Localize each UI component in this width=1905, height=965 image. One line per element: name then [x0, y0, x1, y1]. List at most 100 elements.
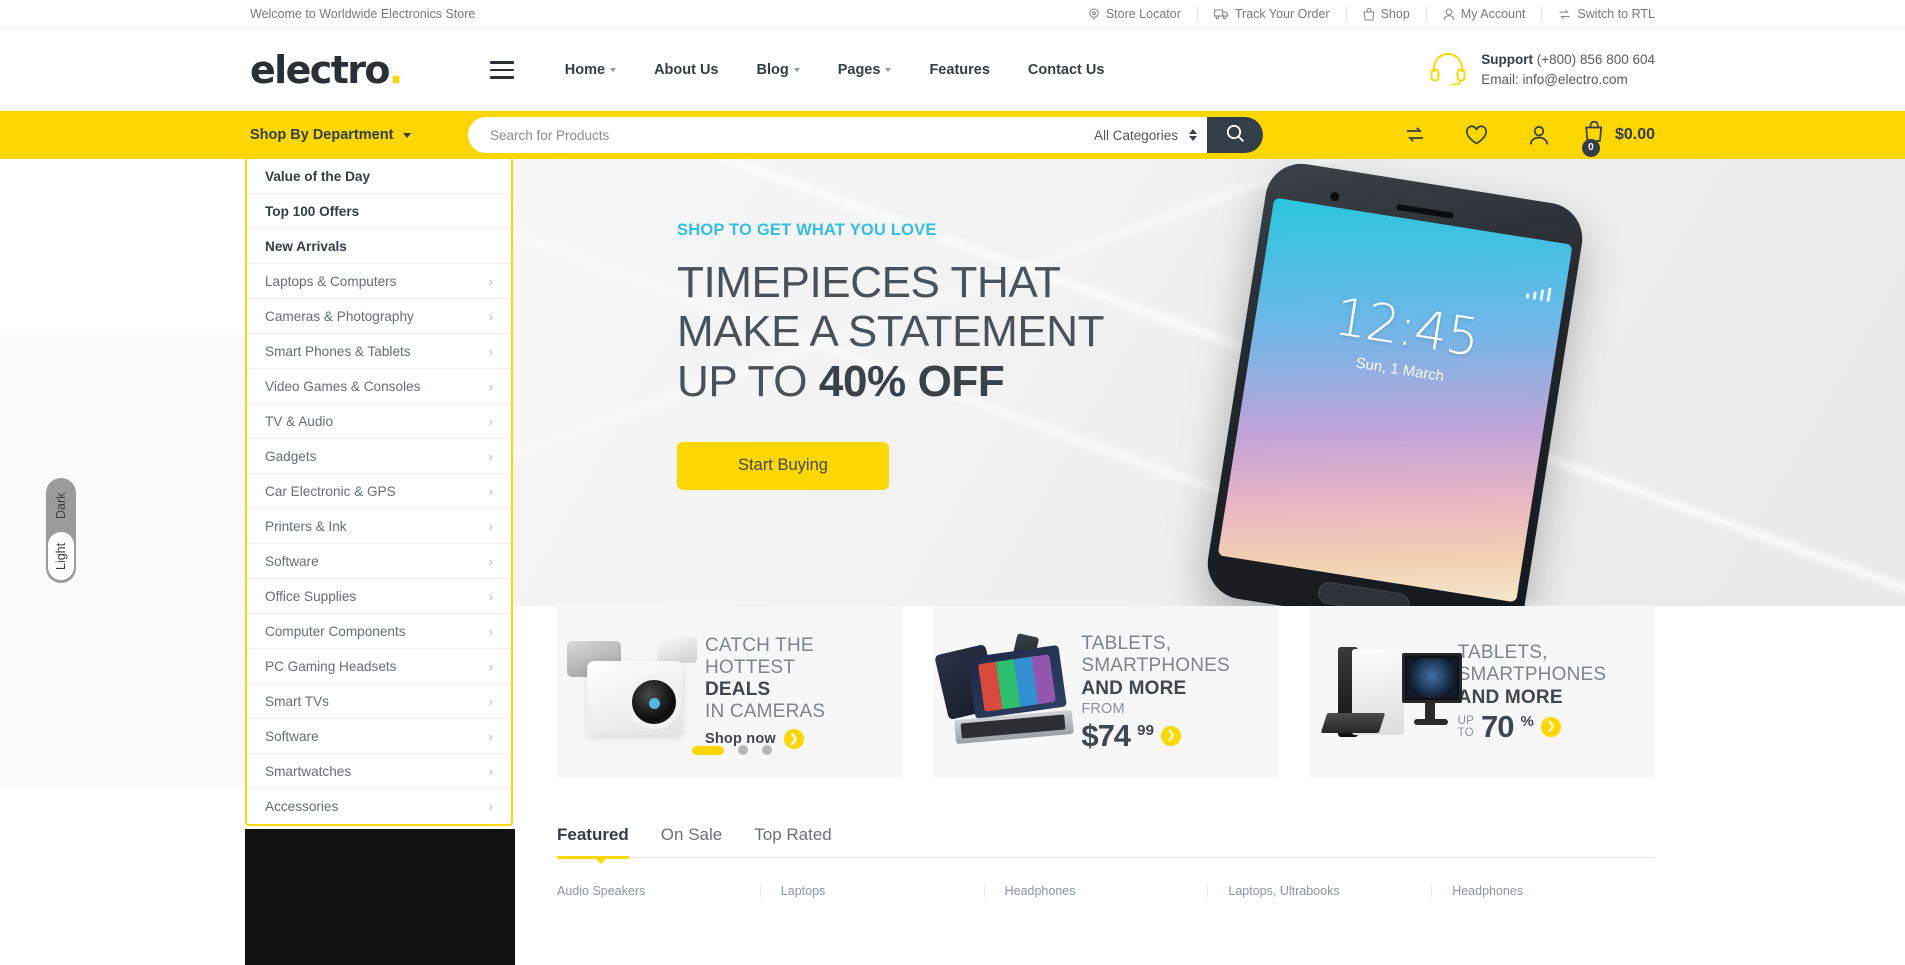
product-grid: Audio Speakers Laptops Headphones Laptop…	[557, 884, 1655, 898]
hamburger-menu-icon[interactable]	[489, 61, 514, 79]
support-email: Email: info@electro.com	[1481, 72, 1628, 87]
category-item-pc-gaming-headsets[interactable]: PC Gaming Headsets ›	[247, 649, 511, 684]
top-link-shop[interactable]: Shop	[1347, 6, 1427, 22]
nav-item-pages[interactable]: Pages	[819, 62, 911, 78]
department-category-panel: Value of the Day Top 100 Offers New Arri…	[245, 159, 513, 826]
cart-button[interactable]: 0 $0.00	[1570, 120, 1655, 157]
theme-light-label[interactable]: Light	[48, 532, 74, 580]
category-item-car-electronic-gps[interactable]: Car Electronic & GPS ›	[247, 474, 511, 509]
promo-upto-label: UP TO	[1457, 714, 1475, 739]
slider-dot-2[interactable]	[738, 745, 748, 755]
category-label: Accessories	[265, 799, 339, 814]
search-button[interactable]	[1207, 117, 1263, 153]
cart-total: $0.00	[1614, 126, 1655, 143]
top-link-switch-rtl[interactable]: Switch to RTL	[1542, 6, 1655, 22]
shopping-bag-icon	[1363, 7, 1375, 21]
support-phone: (+800) 856 800 604	[1536, 51, 1655, 67]
tab-top-rated[interactable]: Top Rated	[738, 825, 848, 857]
nav-item-features[interactable]: Features	[910, 62, 1008, 78]
category-item-smart-phones-tablets[interactable]: Smart Phones & Tablets ›	[247, 334, 511, 369]
promo-text: TABLETS, SMARTPHONES AND MORE UP TO 70 %…	[1458, 642, 1607, 742]
wishlist-heart-icon[interactable]	[1446, 124, 1508, 146]
product-card[interactable]: Laptops	[759, 884, 984, 898]
tab-on-sale[interactable]: On Sale	[645, 825, 738, 857]
shop-by-department-button[interactable]: Shop By Department	[250, 127, 455, 143]
top-link-my-account[interactable]: My Account	[1427, 6, 1543, 22]
compare-icon[interactable]	[1384, 125, 1446, 145]
lower-dark-panel	[245, 829, 515, 965]
chevron-right-icon: ›	[488, 728, 493, 744]
promo-line-2: HOTTEST	[705, 656, 796, 678]
category-label: Gadgets	[265, 448, 317, 464]
hero-title-line-3: UP TO 40% OFF	[677, 357, 1104, 406]
top-link-store-locator[interactable]: Store Locator	[1072, 6, 1198, 22]
promo-price-row: $74 99 ❯	[1081, 720, 1230, 751]
search-bar: Shop By Department All Categories	[0, 111, 1905, 159]
chevron-down-icon	[793, 68, 800, 72]
nav-item-about-us[interactable]: About Us	[635, 62, 737, 78]
promo-card-tablets-upto[interactable]: TABLETS, SMARTPHONES AND MORE UP TO 70 %…	[1309, 606, 1655, 778]
theme-mode-toggle[interactable]: Dark Light	[46, 478, 76, 583]
category-item-tv-audio[interactable]: TV & Audio ›	[247, 404, 511, 439]
category-item-smart-tvs[interactable]: Smart TVs ›	[247, 684, 511, 719]
category-label: Car Electronic & GPS	[265, 483, 396, 499]
category-label: Printers & Ink	[265, 518, 347, 534]
slider-dot-1[interactable]	[692, 745, 724, 755]
search-input[interactable]	[468, 117, 1094, 153]
hero-copy: SHOP TO GET WHAT YOU LOVE TIMEPIECES THA…	[677, 221, 1105, 490]
category-item-software-2[interactable]: Software ›	[247, 719, 511, 754]
promo-line-3: IN CAMERAS	[705, 701, 826, 723]
support-label: Support	[1481, 51, 1533, 67]
site-logo[interactable]: electro.	[250, 51, 403, 89]
category-item-computer-components[interactable]: Computer Components ›	[247, 614, 511, 649]
slider-dot-3[interactable]	[762, 745, 772, 755]
category-item-smartwatches[interactable]: Smartwatches ›	[247, 754, 511, 789]
support-text: Support (+800) 856 800 604 Email: info@e…	[1481, 50, 1655, 91]
product-category: Laptops	[780, 884, 826, 898]
category-item-value-of-the-day[interactable]: Value of the Day	[247, 159, 511, 194]
account-user-icon[interactable]	[1508, 125, 1570, 146]
promo-text: CATCH THE HOTTEST DEALS IN CAMERAS Shop …	[705, 635, 825, 750]
category-label: New Arrivals	[265, 238, 347, 254]
category-label: Software	[265, 728, 319, 744]
chevron-right-icon: ›	[488, 273, 493, 289]
category-item-video-games-consoles[interactable]: Video Games & Consoles ›	[247, 369, 511, 404]
hero-title-prefix: UP TO	[677, 356, 819, 406]
theme-dark-label[interactable]: Dark	[54, 482, 68, 530]
top-link-label: Switch to RTL	[1577, 7, 1655, 21]
page-root: Welcome to Worldwide Electronics Store S…	[0, 0, 1905, 965]
start-buying-button[interactable]: Start Buying	[677, 441, 889, 490]
support-block: Support (+800) 856 800 604 Email: info@e…	[1429, 50, 1655, 91]
laptop-tablet-product-image	[934, 627, 1081, 757]
category-item-printers-ink[interactable]: Printers & Ink ›	[247, 509, 511, 544]
category-item-gadgets[interactable]: Gadgets ›	[247, 439, 511, 474]
category-item-software[interactable]: Software ›	[247, 544, 511, 579]
promo-price-cents: 99	[1137, 721, 1155, 739]
headset-icon	[1429, 51, 1467, 90]
category-item-office-supplies[interactable]: Office Supplies ›	[247, 579, 511, 614]
nav-item-blog[interactable]: Blog	[738, 62, 819, 78]
magnifier-icon	[1226, 124, 1245, 146]
category-item-laptops-computers[interactable]: Laptops & Computers ›	[247, 264, 511, 299]
product-card[interactable]: Laptops, Ultrabooks	[1207, 884, 1431, 898]
category-item-cameras-photography[interactable]: Cameras & Photography ›	[247, 299, 511, 334]
tab-featured[interactable]: Featured	[557, 825, 645, 864]
arrow-right-circle-icon[interactable]: ❯	[1161, 725, 1182, 746]
arrow-right-circle-icon[interactable]: ❯	[1541, 716, 1562, 737]
site-header: electro. Home About Us Blog Pages Featur…	[0, 29, 1905, 111]
nav-item-home[interactable]: Home	[546, 62, 635, 78]
product-card[interactable]: Headphones	[1431, 884, 1655, 898]
top-link-track-order[interactable]: Track Your Order	[1198, 6, 1347, 22]
category-item-new-arrivals[interactable]: New Arrivals	[247, 229, 511, 264]
category-item-accessories[interactable]: Accessories ›	[247, 789, 511, 824]
nav-label: Blog	[756, 62, 789, 78]
chevron-right-icon: ›	[488, 308, 493, 324]
category-select[interactable]: All Categories	[1094, 127, 1201, 143]
chevron-right-icon: ›	[488, 483, 493, 499]
product-card[interactable]: Audio Speakers	[557, 884, 760, 898]
category-item-top-100-offers[interactable]: Top 100 Offers	[247, 194, 511, 229]
chevron-right-icon: ›	[488, 518, 493, 534]
nav-item-contact-us[interactable]: Contact Us	[1009, 62, 1124, 78]
product-card[interactable]: Headphones	[983, 884, 1208, 898]
promo-card-tablets-from[interactable]: TABLETS, SMARTPHONES AND MORE FROM $74 9…	[933, 606, 1279, 778]
